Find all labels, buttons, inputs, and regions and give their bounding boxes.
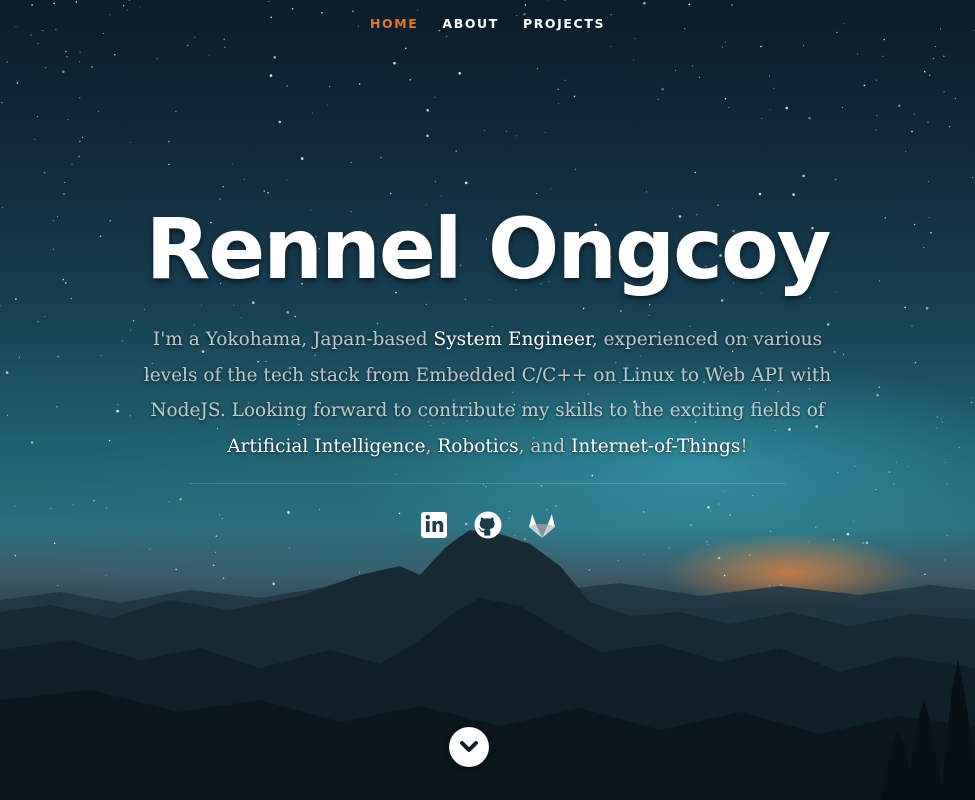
intro-highlight-role: System Engineer: [433, 329, 592, 350]
intro-highlight-ai: Artificial Intelligence: [227, 435, 426, 457]
gitlab-icon[interactable]: [527, 508, 557, 542]
scroll-down-button[interactable]: [449, 727, 489, 767]
divider: [190, 483, 785, 484]
intro-highlight-robotics: Robotics: [437, 435, 519, 457]
chevron-down-icon: [460, 741, 478, 752]
nav-home[interactable]: HOME: [370, 14, 418, 33]
intro-highlight-iot: Internet-of-Things: [571, 435, 741, 457]
page-title: Rennel Ongcoy: [145, 200, 832, 298]
github-icon[interactable]: [473, 508, 503, 542]
social-links: [0, 508, 975, 542]
intro-text-part: , and: [518, 435, 572, 457]
linkedin-icon[interactable]: [419, 508, 449, 542]
intro-text-part: I'm a Yokohama, Japan-based: [152, 329, 434, 350]
nav-projects[interactable]: PROJECTS: [523, 14, 605, 33]
intro-text: I'm a Yokohama, Japan-based System Engin…: [130, 322, 845, 464]
nav-about[interactable]: ABOUT: [442, 14, 499, 33]
intro-text-part: !: [740, 435, 748, 457]
intro-text-part: ,: [425, 435, 438, 457]
top-nav: HOME ABOUT PROJECTS: [0, 14, 975, 33]
